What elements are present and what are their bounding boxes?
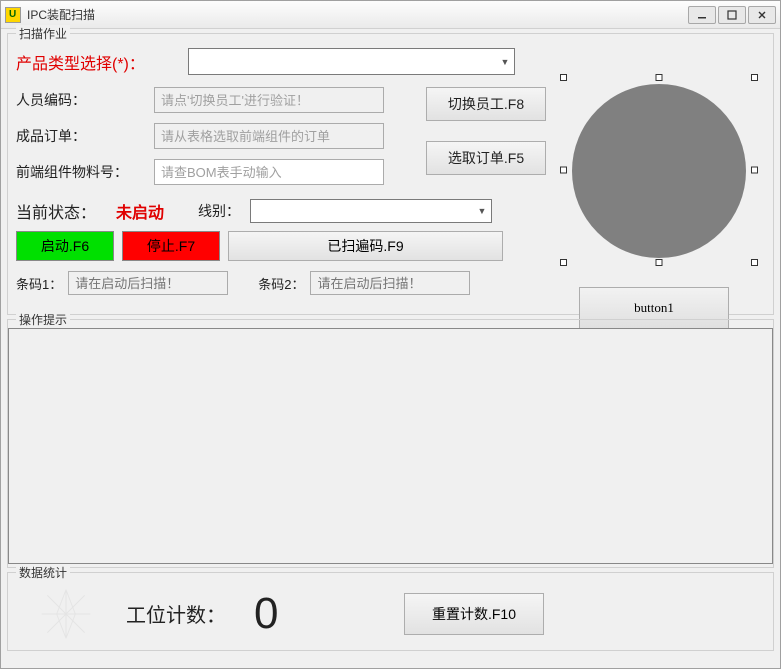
product-type-combo[interactable]: ▼ (188, 48, 515, 75)
resize-handle[interactable] (560, 167, 567, 174)
chevron-down-icon: ▼ (496, 49, 514, 74)
chevron-down-icon: ▼ (473, 200, 491, 222)
titlebar: IPC装配扫描 (1, 1, 780, 29)
right-panel: button1 (563, 77, 763, 329)
status-value: 未启动 (116, 199, 198, 223)
staff-code-label: 人员编码： (16, 90, 154, 110)
line-label: 线别： (198, 201, 240, 221)
start-button[interactable]: 启动.F6 (16, 231, 114, 261)
maximize-button[interactable] (718, 6, 746, 24)
count-value: 0 (254, 589, 354, 639)
resize-handle[interactable] (751, 74, 758, 81)
starburst-icon (36, 586, 96, 642)
product-type-label: 产品类型选择(*)： (16, 50, 188, 74)
barcode2-label: 条码2： (258, 274, 304, 293)
stats-fieldset: 数据统计 (7, 572, 774, 651)
front-material-label: 前端组件物料号： (16, 162, 154, 182)
line-combo[interactable]: ▼ (250, 199, 492, 223)
window-title: IPC装配扫描 (27, 6, 688, 23)
designer-selection[interactable] (563, 77, 755, 263)
stats-legend: 数据统计 (16, 564, 70, 581)
switch-staff-button[interactable]: 切换员工.F8 (426, 87, 546, 121)
product-order-input[interactable] (154, 123, 384, 149)
front-material-input[interactable] (154, 159, 384, 185)
hint-fieldset: 操作提示 (7, 319, 774, 568)
resize-handle[interactable] (656, 259, 663, 266)
resize-handle[interactable] (751, 167, 758, 174)
staff-code-input[interactable] (154, 87, 384, 113)
resize-handle[interactable] (560, 259, 567, 266)
app-icon (5, 7, 21, 23)
reset-count-button[interactable]: 重置计数.F10 (404, 593, 544, 635)
main-window: IPC装配扫描 扫描作业 产品类型选择(*)： ▼ (0, 0, 781, 669)
resize-handle[interactable] (656, 74, 663, 81)
minimize-button[interactable] (688, 6, 716, 24)
scanned-button[interactable]: 已扫遍码.F9 (228, 231, 503, 261)
barcode2-input[interactable] (310, 271, 470, 295)
count-label: 工位计数： (126, 599, 226, 628)
hint-textarea[interactable] (8, 328, 773, 564)
close-button[interactable] (748, 6, 776, 24)
product-order-label: 成品订单： (16, 126, 154, 146)
select-order-button[interactable]: 选取订单.F5 (426, 141, 546, 175)
status-label: 当前状态： (16, 199, 116, 223)
scan-legend: 扫描作业 (16, 25, 70, 42)
circle-shape (572, 84, 746, 258)
barcode1-label: 条码1： (16, 274, 62, 293)
stop-button[interactable]: 停止.F7 (122, 231, 220, 261)
hint-legend: 操作提示 (16, 311, 70, 328)
resize-handle[interactable] (751, 259, 758, 266)
barcode1-input[interactable] (68, 271, 228, 295)
resize-handle[interactable] (560, 74, 567, 81)
